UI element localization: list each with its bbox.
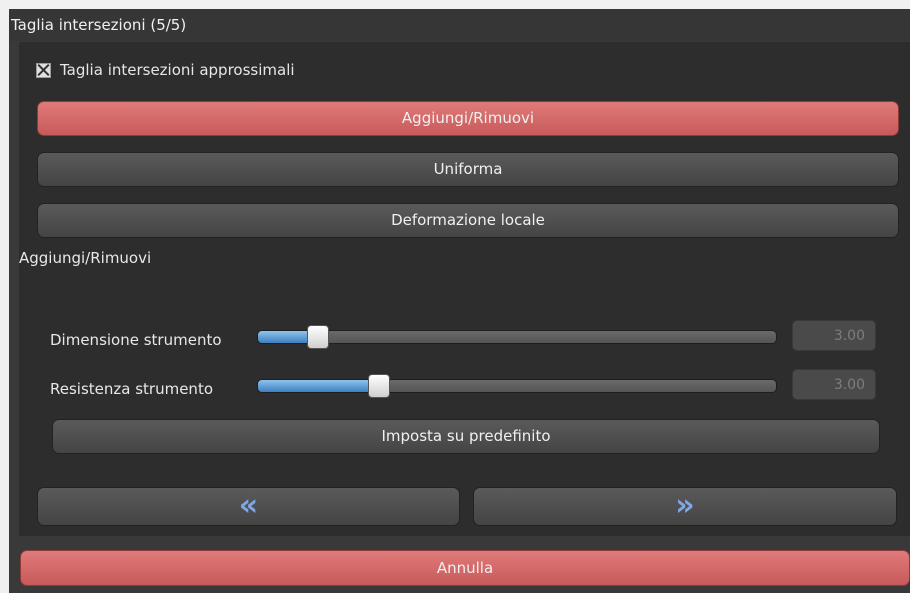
tool-size-value: 3.00	[792, 320, 876, 351]
tool-size-slider-handle[interactable]	[307, 325, 329, 349]
next-step-button[interactable]: »	[473, 487, 897, 526]
double-chevron-left-icon: «	[238, 488, 259, 523]
tool-strength-value: 3.00	[792, 369, 876, 400]
double-chevron-right-icon: »	[675, 488, 695, 523]
tool-strength-slider[interactable]	[257, 374, 777, 398]
tool-panel: Taglia intersezioni (5/5) Taglia interse…	[9, 9, 910, 593]
panel-title: Taglia intersezioni (5/5)	[9, 9, 910, 41]
panel-content: Taglia intersezioni approssimali Aggiung…	[19, 42, 910, 536]
tool-strength-label: Resistenza strumento	[50, 380, 214, 398]
cancel-button[interactable]: Annulla	[20, 550, 910, 586]
reset-default-button[interactable]: Imposta su predefinito	[52, 419, 880, 454]
approx-intersections-checkbox[interactable]	[36, 62, 51, 78]
approx-intersections-checkbox-row[interactable]: Taglia intersezioni approssimali	[36, 60, 295, 80]
smooth-button[interactable]: Uniforma	[37, 152, 899, 187]
tool-size-label: Dimensione strumento	[50, 331, 222, 349]
tool-strength-slider-fill	[258, 380, 383, 392]
local-deformation-button[interactable]: Deformazione locale	[37, 203, 899, 238]
tool-size-slider[interactable]	[257, 325, 777, 349]
add-remove-button[interactable]: Aggiungi/Rimuovi	[37, 101, 899, 136]
approx-intersections-label: Taglia intersezioni approssimali	[60, 61, 295, 79]
previous-step-button[interactable]: «	[37, 487, 460, 526]
tool-strength-slider-handle[interactable]	[368, 374, 390, 398]
section-label: Aggiungi/Rimuovi	[19, 249, 152, 267]
